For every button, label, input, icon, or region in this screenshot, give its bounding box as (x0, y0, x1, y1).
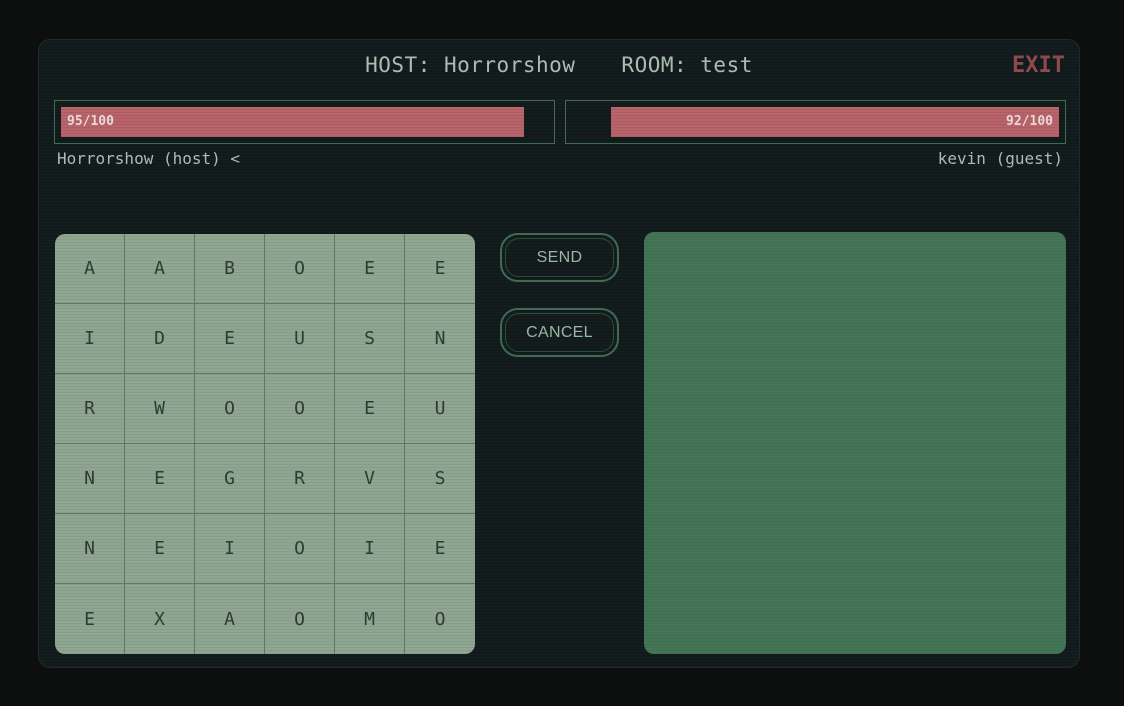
letter-tile[interactable]: U (265, 304, 335, 374)
letter-tile[interactable]: W (125, 374, 195, 444)
game-header: HOST: Horrorshow ROOM: test (39, 53, 1079, 77)
letter-tile[interactable]: R (265, 444, 335, 514)
letter-tile[interactable]: O (265, 374, 335, 444)
guest-player-name: kevin (guest) (937, 149, 1063, 168)
host-label: HOST: Horrorshow (365, 53, 576, 77)
letter-grid: AABOEEIDEUSNRWOOEUNEGRVSNEIOIEEXAOMO (55, 234, 475, 654)
host-health-text: 95/100 (67, 114, 114, 129)
letter-tile[interactable]: S (405, 444, 475, 514)
letter-tile[interactable]: O (405, 584, 475, 654)
letter-tile[interactable]: E (125, 514, 195, 584)
send-button-label: SEND (536, 248, 583, 266)
letter-tile[interactable]: A (55, 234, 125, 304)
letter-tile[interactable]: E (405, 514, 475, 584)
letter-tile[interactable]: E (335, 374, 405, 444)
letter-tile[interactable]: E (125, 444, 195, 514)
game-window: HOST: Horrorshow ROOM: test EXIT 95/100 9… (38, 39, 1080, 668)
host-player-name: Horrorshow (host) < (57, 149, 241, 168)
guest-health-fill (611, 107, 1059, 137)
letter-tile[interactable]: E (195, 304, 265, 374)
letter-tile[interactable]: I (335, 514, 405, 584)
cancel-button[interactable]: CANCEL (500, 308, 619, 357)
letter-tile[interactable]: I (55, 304, 125, 374)
letter-tile[interactable]: X (125, 584, 195, 654)
letter-tile[interactable]: S (335, 304, 405, 374)
room-label: ROOM: test (621, 53, 753, 77)
letter-tile[interactable]: E (405, 234, 475, 304)
letter-tile[interactable]: A (195, 584, 265, 654)
letter-tile[interactable]: O (265, 234, 335, 304)
letter-tile[interactable]: E (55, 584, 125, 654)
letter-tile[interactable]: N (55, 444, 125, 514)
guest-health-bar: 92/100 (565, 100, 1066, 144)
letter-tile[interactable]: E (335, 234, 405, 304)
word-display-panel (644, 232, 1066, 654)
cancel-button-label: CANCEL (526, 323, 593, 341)
letter-tile[interactable]: O (195, 374, 265, 444)
letter-tile[interactable]: N (405, 304, 475, 374)
letter-tile[interactable]: A (125, 234, 195, 304)
letter-tile[interactable]: D (125, 304, 195, 374)
letter-tile[interactable]: O (265, 514, 335, 584)
letter-tile[interactable]: I (195, 514, 265, 584)
letter-tile[interactable]: M (335, 584, 405, 654)
host-health-fill (61, 107, 524, 137)
letter-tile[interactable]: N (55, 514, 125, 584)
letter-tile[interactable]: O (265, 584, 335, 654)
send-button[interactable]: SEND (500, 233, 619, 282)
letter-tile[interactable]: V (335, 444, 405, 514)
letter-tile[interactable]: R (55, 374, 125, 444)
exit-button[interactable]: EXIT (1012, 53, 1065, 78)
host-health-bar: 95/100 (54, 100, 555, 144)
letter-tile[interactable]: G (195, 444, 265, 514)
letter-tile[interactable]: U (405, 374, 475, 444)
letter-tile[interactable]: B (195, 234, 265, 304)
guest-health-text: 92/100 (1006, 114, 1053, 129)
